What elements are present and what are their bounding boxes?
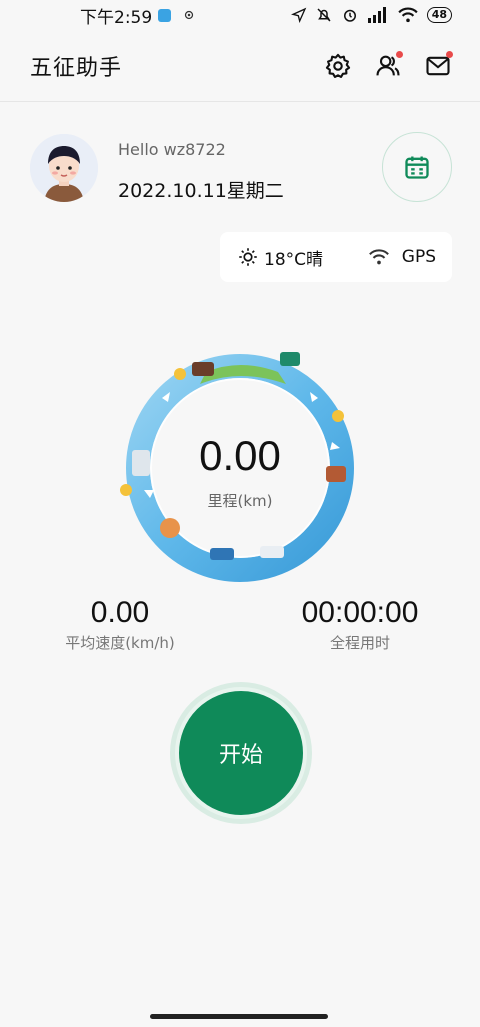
weather-info: 18°C晴 xyxy=(238,245,323,270)
calendar-icon xyxy=(405,156,429,179)
greeting-text: Hello wz8722 xyxy=(118,140,226,159)
gps-status: GPS xyxy=(368,247,436,267)
total-time-label: 全程用时 xyxy=(329,634,390,652)
odometer-label: 里程(km) xyxy=(207,492,273,510)
app-header: 五征助手 xyxy=(0,30,480,102)
avg-speed-stat: 0.00 平均速度(km/h) xyxy=(60,596,180,653)
gps-label: GPS xyxy=(401,247,436,267)
avatar-illustration xyxy=(30,134,98,202)
avg-speed-value: 0.00 xyxy=(90,596,150,629)
current-date: 2022.10.11星期二 xyxy=(118,180,284,202)
total-time-stat: 00:00:00 全程用时 xyxy=(290,596,430,653)
calendar-button[interactable] xyxy=(382,132,452,202)
mute-icon xyxy=(317,8,331,22)
home-indicator[interactable] xyxy=(150,1014,328,1019)
header-actions xyxy=(324,50,453,80)
battery-indicator: 48 xyxy=(426,7,452,23)
messages-button[interactable] xyxy=(424,50,453,80)
avg-speed-label: 平均速度(km/h) xyxy=(65,634,175,652)
page-title: 五征助手 xyxy=(30,55,123,81)
weather-card: 18°C晴 GPS xyxy=(220,232,452,282)
temperature-text: 18°C晴 xyxy=(264,249,324,270)
contacts-button[interactable] xyxy=(374,50,403,80)
gear-icon xyxy=(325,53,351,78)
gps-signal-icon xyxy=(368,249,389,265)
sun-icon xyxy=(239,248,257,266)
signal-icon xyxy=(367,7,386,23)
start-button[interactable]: 开始 xyxy=(175,687,307,819)
start-button-halo: 开始 xyxy=(170,682,312,824)
location-icon xyxy=(290,7,307,23)
odometer-value: 0.00 xyxy=(199,432,281,479)
settings-notification-icon xyxy=(185,10,194,20)
wifi-icon xyxy=(398,7,418,23)
status-bar: 下午2:59 48 xyxy=(0,0,480,30)
total-time-value: 00:00:00 xyxy=(301,596,419,629)
telegram-notification-icon xyxy=(158,8,172,22)
status-time: 下午2:59 xyxy=(80,7,153,28)
alarm-icon xyxy=(343,9,356,22)
notification-dot xyxy=(396,50,403,58)
avatar[interactable] xyxy=(30,134,98,202)
notification-dot xyxy=(446,50,453,58)
settings-button[interactable] xyxy=(324,52,352,80)
